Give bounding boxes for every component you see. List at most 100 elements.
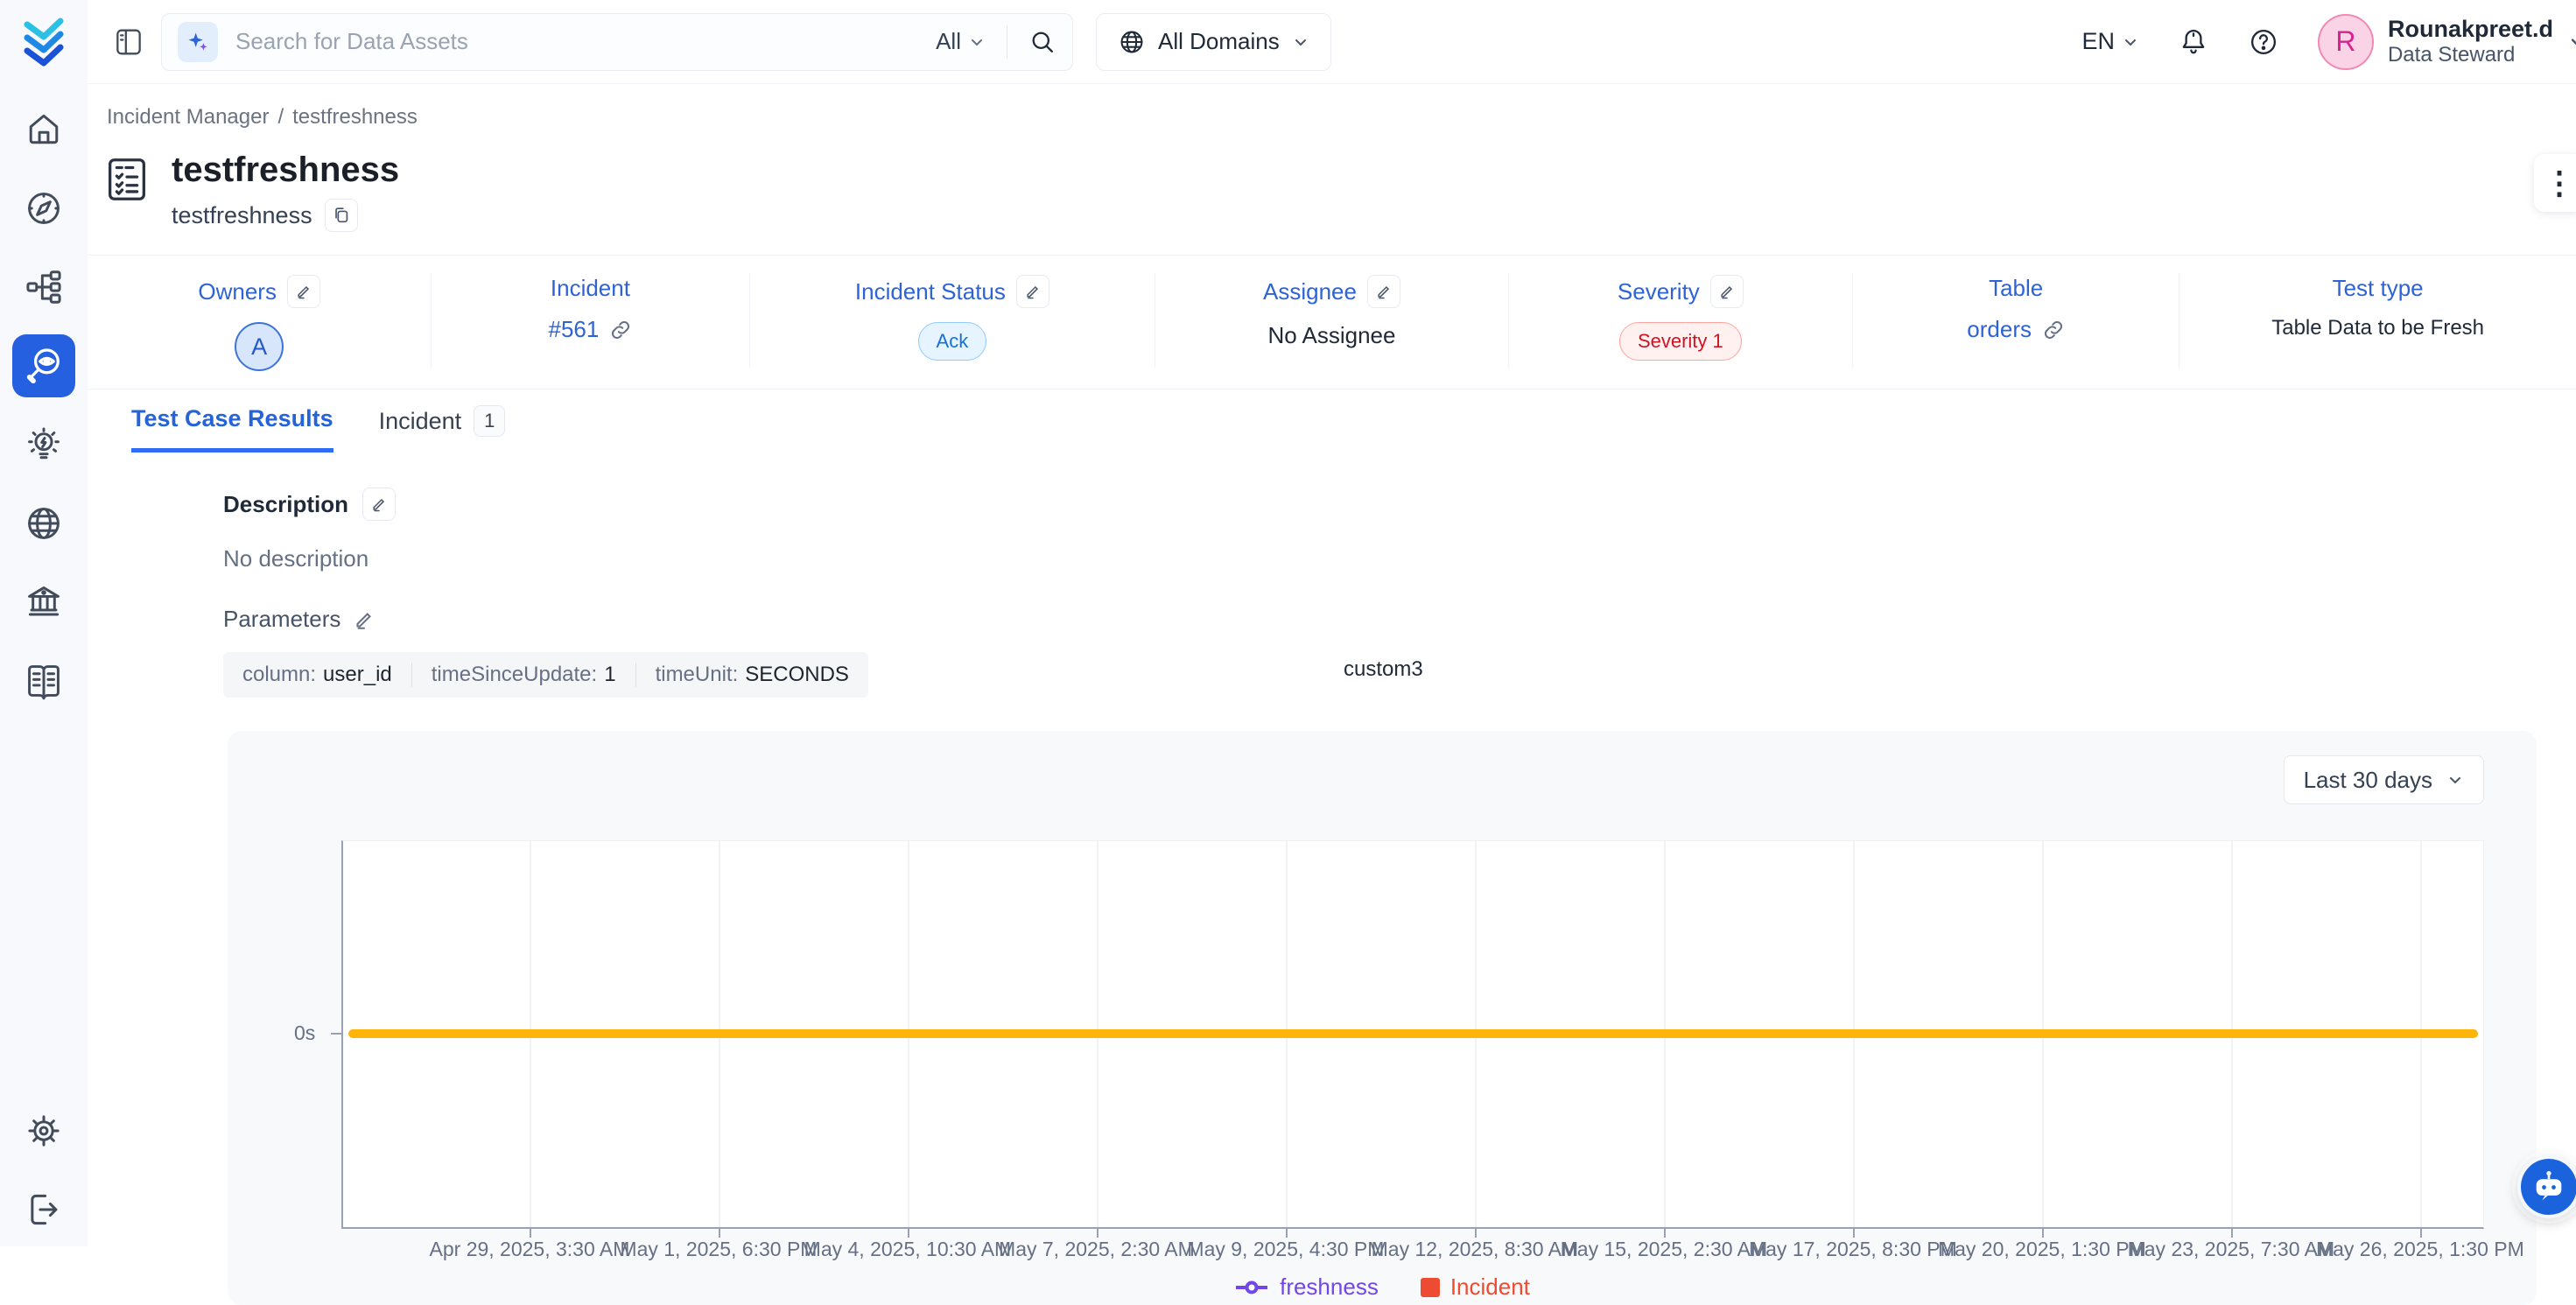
panel-toggle-icon [112, 25, 145, 59]
sidebar-item-insights[interactable] [12, 413, 75, 476]
chevron-down-icon [968, 33, 986, 51]
edit-pencil-icon [295, 283, 312, 300]
explore-compass-icon [24, 188, 64, 228]
link-icon[interactable] [609, 319, 632, 341]
chatbot-fab-button[interactable] [2517, 1155, 2576, 1218]
incident-number-link[interactable]: #561 [549, 316, 600, 343]
parameter-separator [411, 663, 412, 687]
detail-test-type: Test type Table Data to be Fresh [2179, 270, 2576, 371]
x-axis-tick-mark [530, 1229, 531, 1238]
legend-item-freshness[interactable]: freshness [1234, 1273, 1379, 1301]
edit-description-button[interactable] [362, 488, 396, 521]
legend-item-incident[interactable]: Incident [1421, 1273, 1530, 1301]
x-axis-tick-label: May 12, 2025, 8:30 AM [1372, 1238, 1579, 1261]
user-menu[interactable]: R Rounakpreet.d Data Steward [2318, 14, 2576, 70]
all-domains-button[interactable]: All Domains [1096, 13, 1331, 71]
sidebar-item-settings[interactable] [12, 1099, 75, 1162]
copy-button[interactable] [325, 199, 358, 232]
help-button[interactable] [2248, 26, 2279, 58]
sidebar-item-domains[interactable] [12, 492, 75, 555]
sidebar-collapse-button[interactable] [112, 25, 145, 59]
x-axis-tick-label: May 20, 2025, 1:30 PM [1938, 1238, 2146, 1261]
sidebar-item-data-flow[interactable] [12, 256, 75, 319]
x-axis-tick-label: May 23, 2025, 7:30 AM [2128, 1238, 2335, 1261]
table-label[interactable]: Table [1989, 275, 2043, 302]
main-area: Search for Data Assets All [88, 0, 2576, 1246]
assignee-label[interactable]: Assignee [1263, 278, 1357, 305]
sidebar-item-glossary[interactable] [12, 649, 75, 712]
legend-square-marker [1421, 1278, 1440, 1297]
tab-test-case-results[interactable]: Test Case Results [131, 405, 333, 453]
breadcrumb-incident-manager[interactable]: Incident Manager [107, 105, 269, 130]
sidebar-item-logout[interactable] [12, 1178, 75, 1241]
tab-content: Description No description Parameters co… [88, 453, 2576, 1305]
severity-badge[interactable]: Severity 1 [1619, 322, 1742, 361]
sidebar-item-observability[interactable] [12, 334, 75, 397]
search-submit-button[interactable] [1028, 28, 1056, 56]
edit-owners-button[interactable] [287, 275, 320, 308]
test-type-label[interactable]: Test type [2333, 275, 2424, 302]
sidebar-bottom [12, 1099, 75, 1241]
language-selector[interactable]: EN [2081, 28, 2139, 55]
ai-sparkle-icon[interactable] [178, 22, 218, 62]
edit-severity-button[interactable] [1710, 275, 1744, 308]
status-badge[interactable]: Ack [918, 322, 987, 361]
parameters-title: Parameters [223, 606, 340, 633]
tab-count-badge: 1 [474, 405, 505, 437]
tab-label: Incident [379, 408, 462, 435]
search-icon [1028, 28, 1056, 56]
search-scope-dropdown[interactable]: All [936, 28, 986, 55]
globe-icon [1118, 28, 1146, 56]
tab-bar: Test Case Results Incident 1 [88, 389, 2576, 453]
global-search-bar[interactable]: Search for Data Assets All [161, 13, 1073, 71]
chart-plot-area[interactable]: 0s Apr 29, 2025, 3:30 AMMay 1, 2025, 6:3… [341, 840, 2484, 1229]
edit-parameters-pencil-icon[interactable] [353, 608, 376, 631]
owner-avatar[interactable]: A [235, 322, 284, 371]
breadcrumb: Incident Manager / testfreshness [88, 84, 2576, 130]
detail-incident-status: Incident Status Ack [750, 270, 1155, 371]
search-input[interactable]: Search for Data Assets [235, 28, 936, 55]
detail-table: Table orders [1853, 270, 2179, 371]
x-axis-tick-mark [1664, 1229, 1666, 1238]
data-flow-icon [24, 267, 64, 307]
breadcrumb-testfreshness[interactable]: testfreshness [292, 105, 418, 130]
parameter-value: 1 [604, 663, 615, 687]
severity-label[interactable]: Severity [1618, 278, 1700, 305]
page-header: testfreshness testfreshness ⋮ [88, 130, 2576, 232]
page-title: testfreshness [172, 151, 399, 190]
left-sidebar [0, 0, 88, 1246]
more-actions-button[interactable]: ⋮ [2534, 154, 2576, 212]
notifications-button[interactable] [2178, 26, 2209, 58]
user-name: Rounakpreet.d [2388, 15, 2553, 43]
x-axis-tick-label: May 26, 2025, 1:30 PM [2316, 1238, 2524, 1261]
user-role: Data Steward [2388, 43, 2553, 68]
question-mark-icon [2248, 26, 2279, 58]
detail-owners: Owners A [88, 270, 431, 371]
sidebar-item-govern[interactable] [12, 571, 75, 634]
y-axis-tick-label: 0s [294, 1021, 315, 1045]
table-link[interactable]: orders [1967, 316, 2032, 343]
incident-status-label[interactable]: Incident Status [855, 278, 1006, 305]
x-axis-tick-mark [1475, 1229, 1477, 1238]
tab-label: Test Case Results [131, 405, 333, 432]
detail-incident: Incident #561 [432, 270, 748, 371]
time-range-dropdown[interactable]: Last 30 days [2284, 755, 2484, 804]
insights-bulb-icon [24, 424, 64, 465]
edit-incident-status-button[interactable] [1016, 275, 1049, 308]
parameters-header: Parameters [223, 606, 2576, 633]
sidebar-item-explore[interactable] [12, 177, 75, 240]
app-logo-icon[interactable] [18, 14, 69, 68]
x-axis-labels: Apr 29, 2025, 3:30 AMMay 1, 2025, 6:30 P… [343, 1227, 2483, 1262]
robot-icon [2530, 1168, 2568, 1206]
link-icon[interactable] [2042, 319, 2065, 341]
edit-assignee-button[interactable] [1367, 275, 1400, 308]
owners-label[interactable]: Owners [198, 278, 277, 305]
observability-search-eye-icon [23, 345, 65, 387]
sidebar-item-home[interactable] [12, 98, 75, 161]
incident-label[interactable]: Incident [551, 275, 630, 302]
tab-incident[interactable]: Incident 1 [379, 405, 506, 453]
x-axis-tick-mark [1853, 1229, 1855, 1238]
edit-pencil-icon [370, 495, 388, 513]
freshness-series-line[interactable] [348, 1029, 2478, 1038]
x-axis-tick-label: May 1, 2025, 6:30 PM [620, 1238, 817, 1261]
